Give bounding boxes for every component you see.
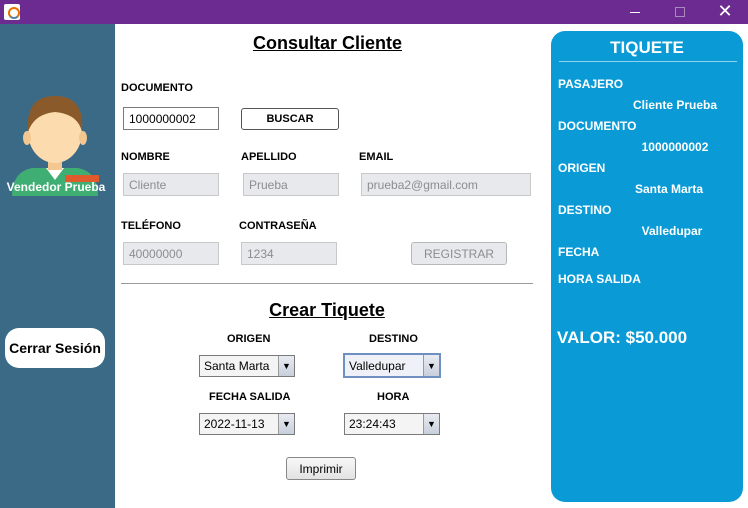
close-icon[interactable]: ✕ [702,0,748,24]
ticket-pasajero-label: PASAJERO [558,77,624,91]
sidebar: Vendedor Prueba Cerrar Sesión [0,24,115,508]
ticket-fecha-label: FECHA [558,245,600,259]
chevron-down-icon: ▼ [423,414,439,434]
hora-select[interactable]: 23:24:43 ▼ [344,413,440,435]
apellido-label: APELLIDO [241,151,297,163]
nombre-label: NOMBRE [121,151,170,163]
ticket-destino-label: DESTINO [558,203,612,217]
vendor-name: Vendedor Prueba [6,180,106,194]
fecha-selected-value: 2022-11-13 [204,417,265,431]
fecha-salida-label: FECHA SALIDA [209,391,291,403]
ticket-pasajero-value: Cliente Prueba [632,98,718,112]
crear-tiquete-title: Crear Tiquete [269,300,385,320]
registrar-button[interactable]: REGISTRAR [411,242,507,265]
documento-input[interactable]: 1000000002 [123,107,219,130]
hora-label: HORA [377,391,410,403]
consultar-cliente-title: Consultar Cliente [252,33,403,53]
ticket-origen-label: ORIGEN [558,161,606,175]
origen-selected-value: Santa Marta [204,359,270,373]
apellido-input[interactable]: Prueba [243,173,339,196]
chevron-down-icon: ▼ [423,355,439,376]
java-app-icon [4,4,20,20]
ticket-hora-label: HORA SALIDA [558,272,641,286]
buscar-button[interactable]: BUSCAR [241,108,339,130]
section-divider [121,283,533,284]
minimize-icon[interactable] [612,0,658,24]
ticket-valor: VALOR: $50.000 [557,328,688,347]
ticket-destino-value: Valledupar [641,224,703,238]
origen-label: ORIGEN [227,333,271,345]
origen-select[interactable]: Santa Marta ▼ [199,355,295,377]
documento-label: DOCUMENTO [121,82,193,94]
email-label: EMAIL [359,151,394,163]
chevron-down-icon: ▼ [278,356,294,376]
ticket-documento-label: DOCUMENTO [558,119,637,133]
ticket-documento-value: 1000000002 [641,140,709,154]
ticket-panel: TIQUETE PASAJERO Cliente Prueba DOCUMENT… [551,31,743,502]
chevron-down-icon: ▼ [278,414,294,434]
contrasena-input[interactable]: 1234 [241,242,337,265]
imprimir-button[interactable]: Imprimir [286,457,356,480]
ticket-title: TIQUETE [610,38,684,57]
contrasena-label: CONTRASEÑA [239,220,317,232]
destino-selected-value: Valledupar [349,358,406,373]
ticket-origen-value: Santa Marta [634,182,704,196]
ticket-divider [559,61,737,62]
telefono-label: TELÉFONO [121,220,181,232]
logout-button[interactable]: Cerrar Sesión [5,328,105,368]
hora-selected-value: 23:24:43 [349,417,396,431]
destino-label: DESTINO [369,333,418,345]
email-input[interactable]: prueba2@gmail.com [361,173,531,196]
maximize-icon[interactable] [657,0,703,24]
nombre-input[interactable]: Cliente [123,173,219,196]
title-bar: ✕ [0,0,748,24]
telefono-input[interactable]: 40000000 [123,242,219,265]
fecha-salida-select[interactable]: 2022-11-13 ▼ [199,413,295,435]
destino-select[interactable]: Valledupar ▼ [343,353,441,378]
